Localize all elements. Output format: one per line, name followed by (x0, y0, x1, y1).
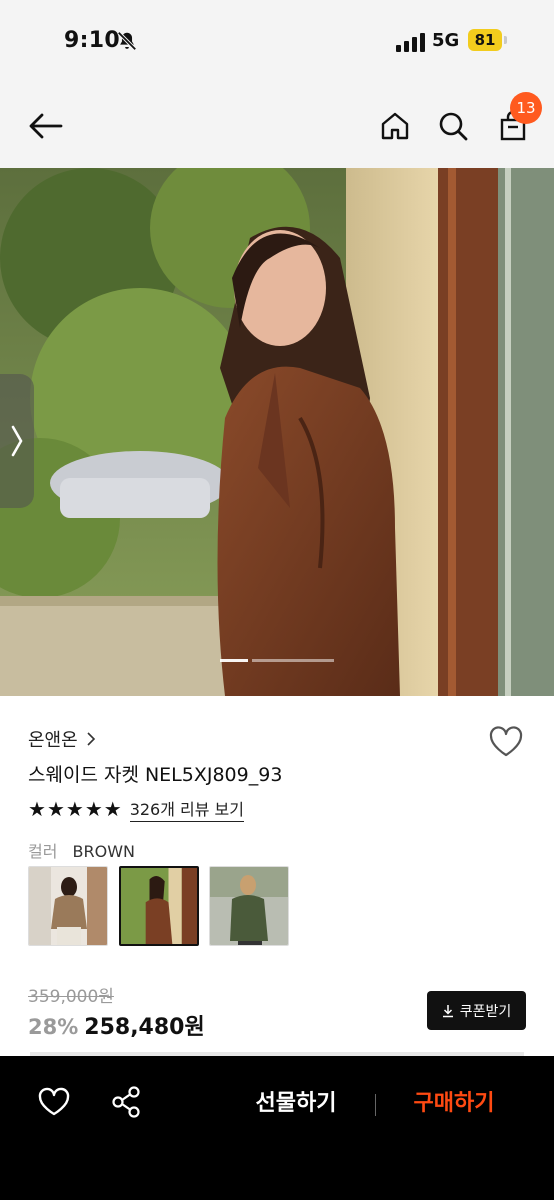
battery-icon: 81 (468, 29, 502, 51)
color-option-thumbnail[interactable] (209, 866, 289, 946)
battery-level: 81 (474, 31, 496, 49)
coupon-button[interactable]: 쿠폰받기 (427, 991, 526, 1030)
color-label: 컬러 (28, 842, 58, 861)
star-icon: ★ (103, 797, 122, 821)
thumbnail-photo (121, 868, 197, 944)
signal-icon (396, 33, 425, 52)
review-link[interactable]: 326개 리뷰 보기 (129, 796, 244, 822)
thumbnail-photo (29, 867, 107, 945)
share-icon (112, 1086, 140, 1118)
color-value: BROWN (72, 842, 136, 861)
rating-stars: ★ ★ ★ ★ ★ (28, 797, 122, 821)
carousel-indicator-track (252, 659, 334, 662)
heart-outline-icon (38, 1087, 70, 1116)
coupon-label: 쿠폰받기 (459, 1003, 512, 1020)
star-icon: ★ (46, 797, 65, 821)
brand-name: 온앤온 (28, 730, 78, 751)
star-icon: ★ (65, 797, 84, 821)
thumbnail-photo (210, 867, 288, 945)
like-button[interactable] (36, 1084, 72, 1120)
status-time: 9:10 (64, 28, 120, 53)
home-button[interactable] (374, 104, 416, 148)
share-button[interactable] (110, 1084, 142, 1120)
price-row: 28% 258,480원 (28, 1009, 205, 1041)
star-icon: ★ (84, 797, 103, 821)
original-price: 359,000원 (28, 987, 114, 1007)
bell-muted-icon (117, 31, 137, 51)
color-option-thumbnail[interactable] (28, 866, 108, 946)
cart-count-badge: 13 (510, 92, 542, 124)
brand-link[interactable]: 온앤온 (28, 726, 96, 752)
status-bar: 9:10 5G 81 (0, 0, 554, 84)
color-row: 컬러 BROWN (28, 838, 135, 862)
buy-button[interactable]: 구매하기 (394, 1086, 514, 1122)
chevron-right-icon (87, 732, 95, 746)
product-photo (0, 168, 554, 696)
wishlist-heart-button[interactable] (486, 722, 526, 762)
star-icon: ★ (28, 797, 46, 821)
color-option-thumbnail-selected[interactable] (119, 866, 199, 946)
app-header: 13 (0, 84, 554, 168)
action-separator (375, 1094, 376, 1116)
battery-cap (504, 36, 507, 44)
gift-button[interactable]: 선물하기 (236, 1086, 356, 1122)
back-arrow-icon (29, 113, 63, 139)
rating-row: ★ ★ ★ ★ ★ 326개 리뷰 보기 (28, 796, 244, 822)
back-button[interactable] (24, 104, 68, 148)
product-image-carousel[interactable] (0, 168, 554, 696)
carousel-side-tab[interactable] (0, 374, 34, 508)
home-icon (381, 112, 409, 140)
carousel-indicator-active (220, 659, 248, 662)
product-name: 스웨이드 자켓 NEL5XJ809_93 (28, 764, 283, 786)
search-button[interactable] (432, 104, 474, 148)
chevron-right-icon (11, 425, 23, 457)
sale-price: 258,480원 (84, 1015, 205, 1040)
bottom-action-bar: 선물하기 구매하기 (0, 1056, 554, 1200)
discount-rate: 28% (28, 1015, 79, 1039)
search-icon (439, 112, 468, 141)
download-icon (442, 1004, 453, 1017)
network-type: 5G (432, 30, 460, 51)
heart-outline-icon (489, 726, 523, 757)
